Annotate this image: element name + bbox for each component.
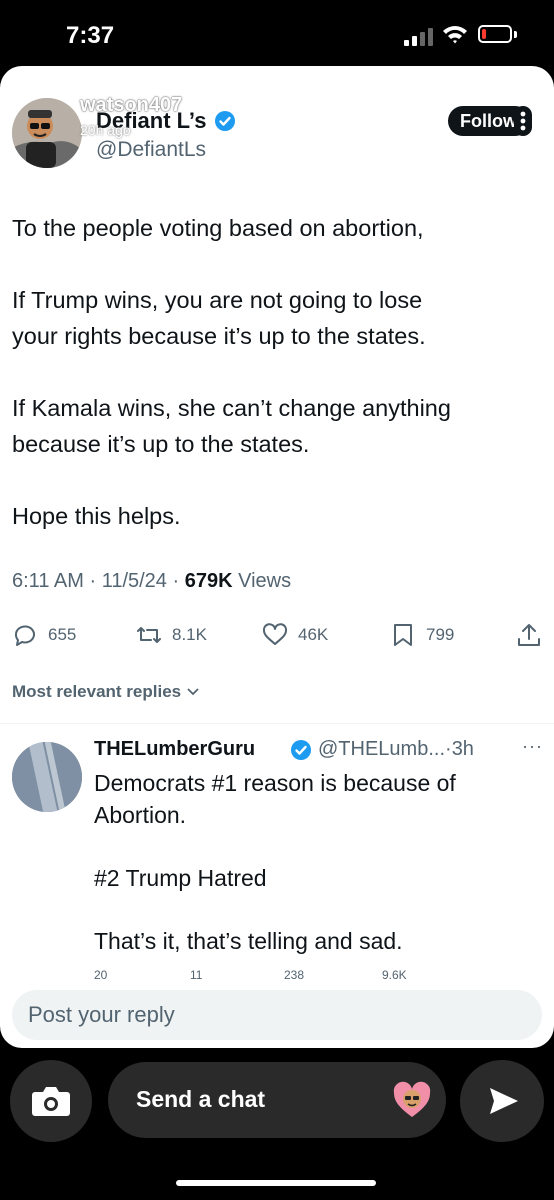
reply-text: Democrats #1 reason is because of Aborti… [94, 768, 534, 989]
battery-nub [514, 31, 517, 38]
post-text: To the people voting based on abortion, … [12, 210, 542, 570]
heart-icon [262, 623, 288, 645]
status-bar: 7:37 [0, 0, 554, 66]
photo-avatar-icon [12, 742, 82, 812]
reply-like-count[interactable]: 238 [284, 968, 304, 982]
camera-button[interactable] [10, 1060, 92, 1142]
reply-author-name[interactable]: THELumberGuru [94, 738, 255, 761]
author-handle[interactable]: @DefiantLs [96, 138, 206, 162]
reply-paragraph: Democrats #1 reason is because of Aborti… [94, 770, 456, 828]
bitmoji-heart-icon[interactable] [392, 1080, 432, 1120]
bitmoji-avatar-icon [12, 98, 82, 168]
bookmark-icon [394, 624, 412, 646]
like-action[interactable]: 46K [262, 620, 328, 650]
status-time: 7:37 [66, 22, 115, 49]
views-label: Views [238, 570, 292, 592]
verified-badge-icon [215, 111, 235, 131]
chevron-down-icon [187, 688, 199, 696]
post-date[interactable]: 11/5/24 [102, 570, 167, 592]
post-paragraph: If Trump wins, you are not going to lose… [12, 287, 426, 349]
battery-level [482, 29, 486, 39]
wifi-icon [443, 26, 467, 44]
reply-action[interactable]: 655 [12, 620, 76, 650]
reply-paragraph: That’s it, that’s telling and sad. [94, 927, 403, 954]
reply-paragraph: #2 Trump Hatred [94, 864, 267, 891]
send-arrow-icon [490, 1088, 518, 1114]
share-action[interactable] [516, 620, 552, 650]
reply-author-handle: @THELumb...·3h [318, 738, 474, 761]
post-meta: 6:11 AM · 11/5/24 · 679K Views [12, 570, 292, 592]
post-paragraph: Hope this helps. [12, 503, 181, 529]
share-icon [518, 624, 540, 646]
reply-author-avatar[interactable] [12, 742, 82, 812]
reply-handle-text[interactable]: @THELumb... [318, 738, 445, 760]
replies-sort-label: Most relevant replies [12, 682, 182, 701]
post-time[interactable]: 6:11 AM [12, 570, 84, 592]
reply-more-icon[interactable]: ··· [522, 736, 543, 757]
repost-action[interactable]: 8.1K [136, 620, 207, 650]
reply-repost-count[interactable]: 11 [190, 968, 202, 982]
reply-count: 655 [48, 625, 77, 644]
repost-icon [137, 627, 161, 643]
reply-input[interactable] [12, 990, 542, 1040]
reply-reply-count[interactable]: 20 [94, 968, 107, 982]
cellular-signal-icon [404, 28, 433, 46]
author-avatar[interactable] [12, 98, 82, 168]
verified-badge-icon [291, 740, 311, 760]
reply-age: 3h [451, 738, 474, 760]
divider [0, 723, 554, 724]
bookmark-action[interactable]: 799 [390, 620, 454, 650]
replies-sort-toggle[interactable]: Most relevant replies [12, 682, 200, 702]
story-username: watson407 [80, 94, 183, 116]
like-count: 46K [298, 625, 329, 644]
reply-views-count[interactable]: 9.6K [382, 968, 407, 982]
camera-icon [32, 1087, 70, 1116]
send-button[interactable] [460, 1060, 544, 1142]
story-age: 20h ago [80, 122, 131, 138]
more-options-icon[interactable] [514, 106, 532, 136]
reply-actions: 20 11 238 9.6K [94, 968, 544, 982]
reply-icon [14, 625, 35, 646]
post-paragraph: To the people voting based on abortion, [12, 215, 424, 241]
bookmark-count: 799 [426, 625, 455, 644]
post-actions: 655 8.1K 46K 799 [12, 620, 542, 650]
post-card: Defiant L’s @DefiantLs watson407 20h ago… [0, 66, 554, 1048]
reply-separator: · [445, 738, 452, 760]
views-count: 679K [184, 570, 233, 592]
chat-input-placeholder[interactable]: Send a chat [136, 1086, 265, 1113]
reply-composer[interactable] [12, 990, 542, 1040]
repost-count: 8.1K [172, 625, 207, 644]
post-paragraph: If Kamala wins, she can’t change anythin… [12, 395, 451, 457]
battery-icon [478, 25, 512, 43]
home-indicator [176, 1180, 376, 1186]
